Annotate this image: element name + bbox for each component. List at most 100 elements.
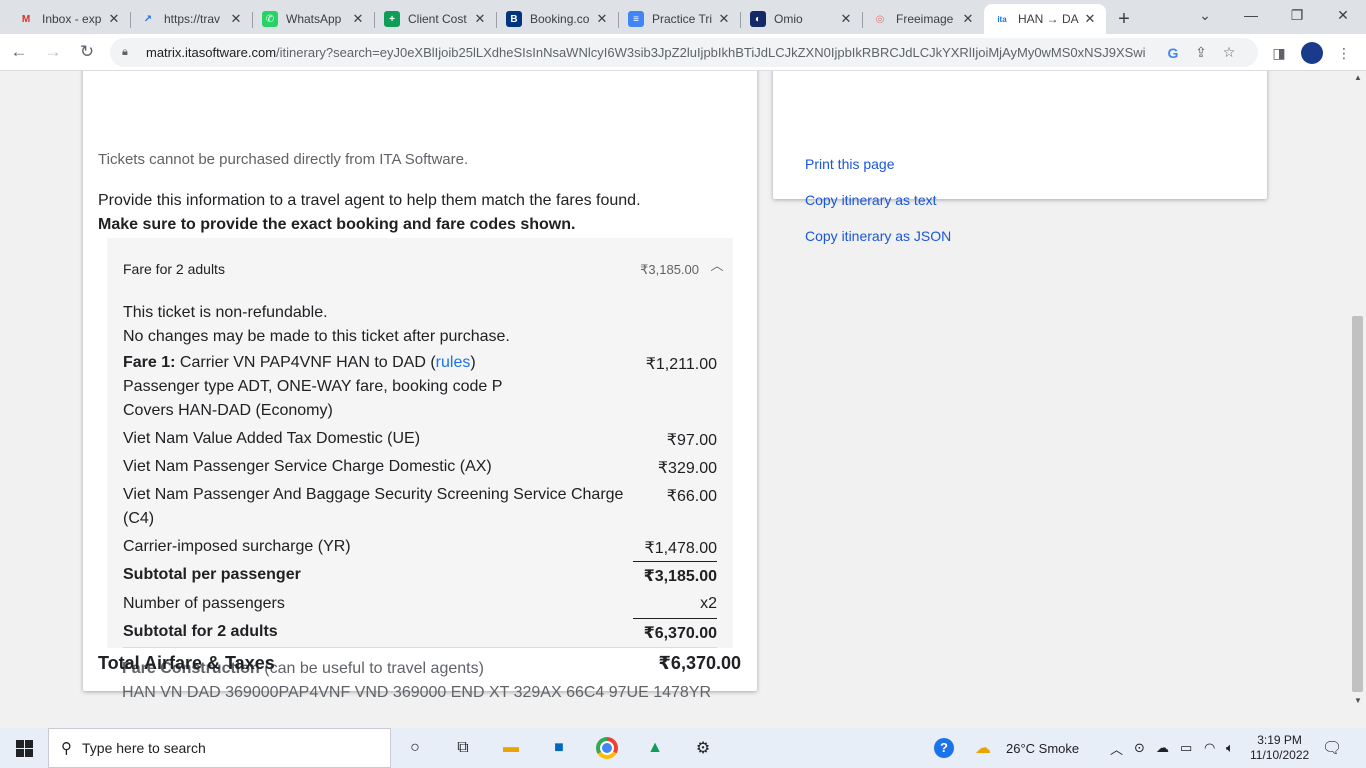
non-refundable-text: This ticket is non-refundable.	[123, 304, 328, 321]
battery-icon[interactable]: ▭	[1180, 728, 1192, 768]
passenger-type-text: Passenger type ADT, ONE-WAY fare, bookin…	[123, 378, 503, 395]
close-tab-icon[interactable]: ✕	[350, 11, 366, 27]
tab-search-icon[interactable]: ⌄	[1182, 0, 1228, 30]
forward-icon[interactable]: →	[38, 37, 68, 67]
side-panel-icon[interactable]: ◨	[1266, 38, 1292, 68]
close-tab-icon[interactable]: ✕	[228, 11, 244, 27]
tab-title: Client Cost	[408, 12, 467, 26]
fare-construction-value: HAN VN DAD 369000PAP4VNF VND 369000 END …	[122, 684, 712, 701]
reload-icon[interactable]: ↻	[72, 37, 102, 67]
tab-title: Booking.co	[530, 12, 590, 26]
clock-date: 11/10/2022	[1250, 748, 1310, 762]
tab-3[interactable]: + Client Cost ✕	[374, 4, 496, 34]
sheets-icon: +	[384, 11, 400, 27]
tax-ue-label: Viet Nam Value Added Tax Domestic (UE)	[123, 430, 421, 447]
tab-title: Omio	[774, 12, 803, 26]
tax-ue-amount: ₹97.00	[666, 432, 717, 449]
back-icon[interactable]: ←	[4, 37, 34, 67]
close-tab-icon[interactable]: ✕	[960, 11, 976, 27]
volume-icon[interactable]: 🔈︎	[1226, 728, 1234, 768]
tax-c4-label: Viet Nam Passenger And Baggage Security …	[123, 486, 624, 503]
chrome-icon[interactable]	[583, 728, 631, 768]
weather-icon[interactable]: ☁	[975, 728, 991, 768]
docs-icon: ≡	[628, 11, 644, 27]
omio-icon: ◐	[750, 11, 766, 27]
tab-4[interactable]: B Booking.co ✕	[496, 4, 618, 34]
minimize-icon[interactable]: —	[1228, 0, 1274, 30]
share-icon[interactable]: ⇪	[1190, 38, 1212, 67]
clock-time: 3:19 PM	[1257, 733, 1302, 747]
scroll-down-arrow[interactable]: ▼	[1350, 694, 1366, 708]
surcharge-yr-label: Carrier-imposed surcharge (YR)	[123, 538, 351, 555]
bookmark-star-icon[interactable]: ☆	[1218, 38, 1240, 67]
vertical-scrollbar[interactable]: ▲ ▼	[1350, 71, 1366, 708]
provide-info-text: Provide this information to a travel age…	[98, 192, 641, 209]
scroll-up-arrow[interactable]: ▲	[1350, 71, 1366, 85]
close-tab-icon[interactable]: ✕	[106, 11, 122, 27]
tab-strip: M Inbox - exp ✕ ↗ https://trav ✕ ✆ WhatsApp ✕ + Cl…	[0, 0, 1366, 34]
tab-5[interactable]: ≡ Practice Tri ✕	[618, 4, 740, 34]
onedrive-icon[interactable]: ☁	[1156, 728, 1169, 768]
new-tab-button[interactable]: +	[1110, 4, 1138, 34]
num-passengers-value: x2	[700, 595, 717, 612]
tab-2[interactable]: ✆ WhatsApp ✕	[252, 4, 374, 34]
restore-icon[interactable]: ❐	[1274, 0, 1320, 30]
print-page-link[interactable]: Print this page	[805, 156, 895, 172]
clock[interactable]: 3:19 PM 11/10/2022	[1250, 728, 1309, 768]
windows-start-icon[interactable]	[0, 728, 48, 768]
tab-8[interactable]: ita HAN → DA ✕	[984, 4, 1106, 34]
close-tab-icon[interactable]: ✕	[716, 11, 732, 27]
copy-text-link[interactable]: Copy itinerary as text	[805, 192, 937, 208]
tab-7[interactable]: ◎ Freeimage ✕	[862, 4, 984, 34]
itinerary-card: How to buy Tickets cannot be purchased d…	[83, 71, 757, 701]
fare1-line: Fare 1: Carrier VN PAP4VNF HAN to DAD (r…	[123, 354, 476, 371]
file-explorer-icon[interactable]: ▬	[487, 728, 535, 768]
close-tab-icon[interactable]: ✕	[838, 11, 854, 27]
tab-title: HAN → DA	[1018, 12, 1079, 26]
covers-text: Covers HAN-DAD (Economy)	[123, 402, 333, 419]
url-text[interactable]: matrix.itasoftware.com/itinerary?search=…	[146, 45, 1146, 60]
task-view-icon[interactable]: ⧉	[439, 728, 487, 768]
meet-icon[interactable]: ⊙	[1134, 728, 1145, 768]
notification-icon[interactable]: 🗨︎	[1322, 728, 1342, 768]
fare-construction-line: Fare Construction (can be useful to trav…	[122, 660, 484, 677]
wifi-icon[interactable]: ◠	[1204, 728, 1215, 768]
google-lens-icon[interactable]: G	[1162, 38, 1184, 67]
link-icon: ↗	[143, 13, 153, 25]
tab-1[interactable]: ↗ https://trav ✕	[130, 4, 252, 34]
subtotal-all-amount: ₹6,370.00	[643, 625, 717, 642]
actions-card: Print this page Copy itinerary as text C…	[773, 71, 1267, 244]
cortana-icon[interactable]: ○	[391, 728, 439, 768]
section-divider	[123, 647, 717, 648]
close-tab-icon[interactable]: ✕	[1082, 11, 1098, 27]
microsoft-store-icon[interactable]: ■	[535, 728, 583, 768]
no-changes-text: No changes may be made to this ticket af…	[123, 328, 510, 345]
taskbar-search-box[interactable]: ⚲ Type here to search	[48, 728, 391, 768]
close-tab-icon[interactable]: ✕	[594, 11, 610, 27]
settings-gear-icon[interactable]: ⚙	[679, 728, 727, 768]
close-window-icon[interactable]: ✕	[1320, 0, 1366, 30]
tax-c4-label-cont: (C4)	[123, 510, 155, 527]
google-drive-icon[interactable]: ▲	[631, 728, 679, 768]
ita-icon: ita	[997, 14, 1007, 24]
scroll-thumb[interactable]	[1352, 316, 1363, 692]
collapse-chevron-icon[interactable]: ︿	[709, 255, 725, 274]
address-bar[interactable]: 🔒︎ matrix.itasoftware.com/itinerary?sear…	[110, 38, 1258, 67]
page-viewport: How to buy Tickets cannot be purchased d…	[0, 71, 1350, 708]
weather-text[interactable]: 26°C Smoke	[1006, 728, 1079, 768]
tab-title: WhatsApp	[286, 12, 342, 26]
subtotal-pp-amount: ₹3,185.00	[643, 568, 717, 585]
menu-kebab-icon[interactable]: ⋮	[1331, 38, 1357, 68]
profile-avatar[interactable]	[1299, 38, 1325, 68]
copy-json-link[interactable]: Copy itinerary as JSON	[805, 228, 951, 244]
tray-chevron-icon[interactable]: ︿	[1110, 728, 1123, 768]
close-tab-icon[interactable]: ✕	[472, 11, 488, 27]
subtotal-rule	[633, 561, 717, 562]
rules-link[interactable]: rules	[436, 354, 471, 371]
tab-6[interactable]: ◐ Omio ✕	[740, 4, 862, 34]
fare-header-amount: ₹3,185.00	[640, 262, 699, 277]
tab-0[interactable]: M Inbox - exp ✕	[8, 4, 130, 34]
help-icon[interactable]: ?	[934, 728, 954, 768]
browser-toolbar: ← → ↻ 🔒︎ matrix.itasoftware.com/itinerar…	[0, 34, 1366, 71]
fare1-amount: ₹1,211.00	[645, 356, 717, 373]
